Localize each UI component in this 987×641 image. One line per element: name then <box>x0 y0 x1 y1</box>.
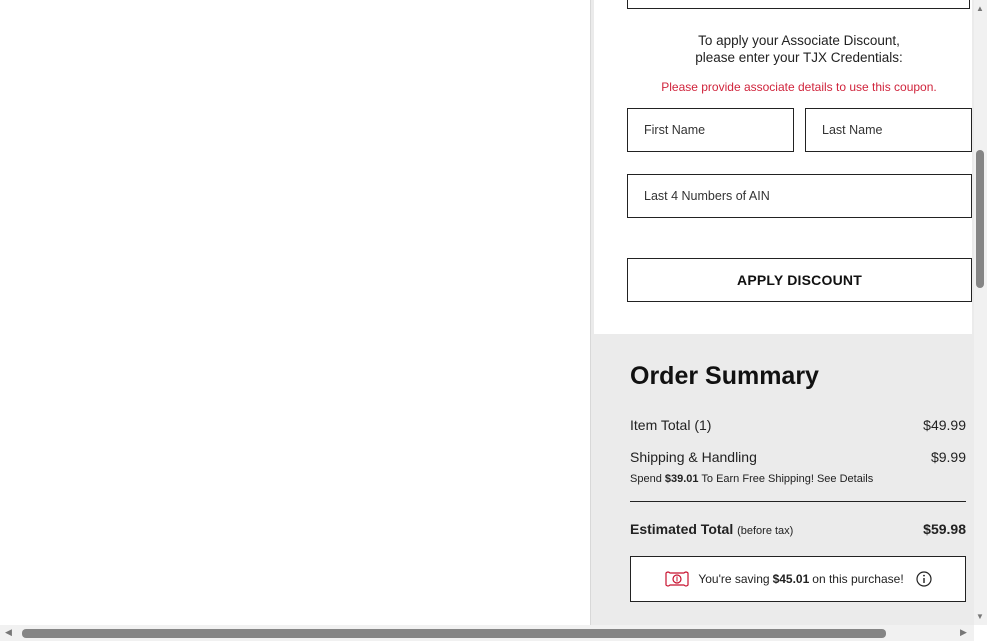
first-name-field[interactable] <box>627 108 794 152</box>
instruction-line-2: please enter your TJX Credentials: <box>695 50 903 65</box>
horizontal-scroll-thumb[interactable] <box>22 629 886 638</box>
scroll-down-arrow-icon[interactable]: ▼ <box>976 612 984 621</box>
associate-warning-text: Please provide associate details to use … <box>661 80 937 94</box>
promo-amount: $39.01 <box>664 473 699 485</box>
promo-prefix: Spend <box>630 473 665 485</box>
vertical-scroll-thumb[interactable] <box>976 150 984 288</box>
shipping-value: $9.99 <box>930 449 966 465</box>
item-total-row: Item Total (1) $49.99 <box>630 417 966 433</box>
ain-input[interactable] <box>628 175 971 217</box>
free-shipping-promo[interactable]: Spend $39.01 To Earn Free Shipping! See … <box>630 473 873 485</box>
instruction-line-1: To apply your Associate Discount, <box>698 33 900 48</box>
estimated-total-label: Estimated Total <box>630 521 734 537</box>
first-name-input[interactable] <box>628 109 793 151</box>
ain-field[interactable] <box>627 174 972 218</box>
scroll-right-arrow-icon[interactable]: ▶ <box>960 627 967 638</box>
saving-amount: $45.01 <box>772 572 810 586</box>
shipping-label: Shipping & Handling <box>630 449 757 465</box>
previous-field[interactable] <box>627 0 970 9</box>
info-icon[interactable] <box>916 571 932 587</box>
item-total-value: $49.99 <box>923 417 966 433</box>
last-name-field[interactable] <box>805 108 972 152</box>
shipping-row: Shipping & Handling $9.99 <box>630 449 966 465</box>
associate-instruction: To apply your Associate Discount, please… <box>600 32 987 66</box>
savings-banner: You're saving $45.01 on this purchase! <box>630 556 966 602</box>
money-icon <box>664 571 690 587</box>
estimated-total-note: (before tax) <box>737 525 794 537</box>
vertical-scrollbar[interactable] <box>974 0 987 625</box>
item-total-label: Item Total (1) <box>630 417 712 433</box>
apply-discount-button[interactable]: APPLY DISCOUNT <box>627 258 972 302</box>
left-content-area <box>0 0 590 625</box>
last-name-input[interactable] <box>806 109 971 151</box>
scroll-left-arrow-icon[interactable]: ◀ <box>5 627 12 638</box>
summary-divider <box>630 501 966 502</box>
promo-suffix[interactable]: To Earn Free Shipping! See Details <box>699 473 873 485</box>
order-summary-title: Order Summary <box>630 362 819 390</box>
saving-prefix: You're saving <box>698 572 770 586</box>
scroll-up-arrow-icon[interactable]: ▲ <box>976 4 984 13</box>
estimated-total-row: Estimated Total (before tax) $59.98 <box>630 521 966 537</box>
saving-suffix: on this purchase! <box>812 572 904 586</box>
estimated-total-value: $59.98 <box>923 521 966 537</box>
